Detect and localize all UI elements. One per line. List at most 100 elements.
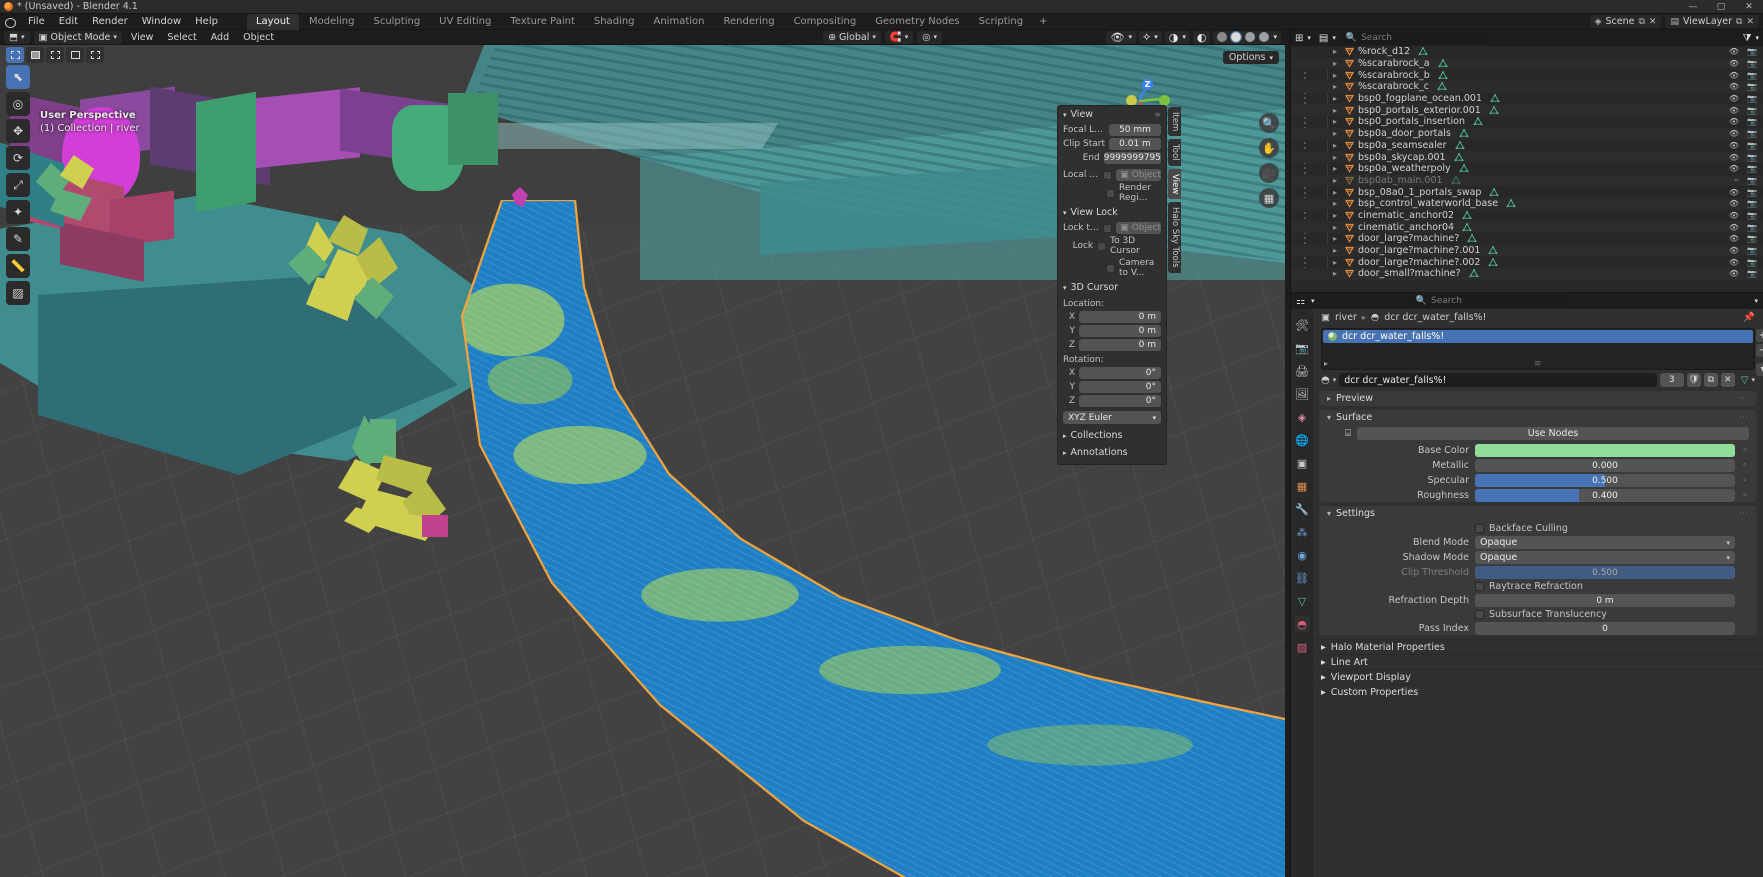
base-color-swatch[interactable] [1475, 444, 1735, 457]
roughness-animate-dot[interactable]: ◦ [1741, 491, 1749, 501]
eye-icon[interactable]: 👁 [1729, 129, 1739, 138]
tab-geometry-nodes[interactable]: Geometry Nodes [866, 14, 968, 30]
npanel-tab-tool[interactable]: Tool [1168, 139, 1181, 166]
viewport-menu-add[interactable]: Add [206, 32, 234, 43]
camera-render-icon[interactable]: 📷 [1747, 223, 1757, 232]
focal-length-value[interactable]: 50 mm [1109, 124, 1161, 136]
material-users-count[interactable]: 3 [1659, 373, 1684, 387]
solid-shading-icon[interactable] [1230, 31, 1243, 43]
camera-render-icon[interactable]: 📷 [1747, 94, 1757, 103]
npanel-view-lock-header[interactable]: ▾ View Lock [1058, 204, 1166, 221]
mesh-data-icon[interactable] [1418, 47, 1428, 56]
mesh-data-icon[interactable] [1438, 70, 1448, 80]
eye-icon[interactable]: 👁 [1729, 59, 1739, 68]
expand-arrow-icon[interactable]: ▸ [1333, 234, 1341, 243]
viewport-menu-object[interactable]: Object [238, 32, 279, 43]
subsurface-translucency-checkbox[interactable] [1475, 610, 1484, 619]
mesh-ocean-slab[interactable] [461, 123, 779, 149]
minimize-button[interactable]: — [1679, 0, 1707, 14]
outliner-tree[interactable]: ▸ %rock_d12 👁 📷 ▸ %scarabrock_a 👁 📷 ▸ %scarabrock… [1291, 46, 1763, 280]
transform-orientation-selector[interactable]: ⊕ Global ▾ [823, 30, 881, 44]
preview-panel[interactable]: ▸ Preview ⋯ [1319, 391, 1757, 406]
tab-sculpting[interactable]: Sculpting [364, 14, 429, 30]
foliage-cluster-lower[interactable] [336, 415, 466, 541]
editor-type-selector[interactable]: ⬒ ▾ [4, 30, 30, 44]
expand-arrow-icon[interactable]: ▸ [1333, 82, 1341, 91]
snapping-toggle[interactable]: 🧲 ▾ [884, 30, 914, 44]
expand-arrow-icon[interactable]: ▸ [1333, 106, 1341, 115]
mesh-data-icon[interactable] [1455, 140, 1465, 150]
surface-panel-header[interactable]: ▾ Surface ⋯ [1319, 410, 1757, 425]
unlink-scene-icon[interactable]: ✕ [1649, 17, 1657, 27]
new-material-button[interactable]: ⧉ [1703, 373, 1718, 387]
outliner-row[interactable]: ▸ bsp0ab_main.001 ⌣ 📷 [1291, 174, 1763, 187]
expand-arrow-icon[interactable]: ▸ [1333, 47, 1341, 56]
tool-annotate[interactable]: ✎ [6, 227, 30, 251]
backface-culling-checkbox[interactable] [1475, 524, 1484, 533]
select-box-mode[interactable] [6, 47, 24, 63]
properties-editor-type-icon[interactable]: ⚏ [1296, 296, 1305, 307]
camera-to-view-checkbox[interactable] [1106, 263, 1115, 273]
pin-icon[interactable]: 📌 [1743, 312, 1755, 323]
shading-modes[interactable]: ▾ [1213, 30, 1281, 44]
outliner-row[interactable]: ▸ bsp_control_waterworld_base 👁 📷 [1291, 197, 1763, 210]
expand-arrow-icon[interactable]: ▸ [1333, 246, 1341, 255]
location-x-value[interactable]: 0 m [1079, 311, 1161, 323]
eye-icon[interactable]: 👁 [1729, 106, 1739, 115]
eye-icon[interactable]: 👁 [1729, 234, 1739, 243]
outliner-display-mode-icon[interactable]: ▤ [1319, 33, 1328, 44]
backface-culling-row[interactable]: Backface Culling [1319, 523, 1749, 534]
eye-icon[interactable]: 👁 [1729, 153, 1739, 162]
camera-render-icon[interactable]: 📷 [1747, 234, 1757, 243]
preview-panel-header[interactable]: ▸ Preview ⋯ [1319, 391, 1757, 406]
npanel-view-header[interactable]: ▾ View ≡ [1058, 106, 1166, 123]
tab-physics-properties[interactable]: ◉ [1294, 547, 1310, 563]
mesh-data-icon[interactable] [1488, 246, 1498, 255]
tab-object-properties[interactable]: ▦ [1294, 478, 1310, 494]
eye-icon[interactable]: 👁 [1729, 82, 1739, 91]
outliner-row[interactable]: ▸ %rock_d12 👁 📷 [1291, 46, 1763, 58]
tab-data-properties[interactable]: ▽ [1294, 593, 1310, 609]
unlink-material-button[interactable]: ✕ [1720, 373, 1735, 387]
material-name-input[interactable]: dcr dcr_water_falls%! [1339, 373, 1657, 387]
mesh-data-icon[interactable] [1459, 129, 1469, 138]
lock-to-checkbox[interactable] [1103, 223, 1113, 233]
new-scene-icon[interactable]: ⧉ [1638, 17, 1644, 27]
zoom-icon[interactable]: 🔍 [1259, 113, 1279, 133]
gizmo-icon[interactable]: ⟡ [1143, 30, 1150, 44]
specular-animate-dot[interactable]: ◦ [1741, 476, 1749, 486]
expand-arrow-icon[interactable]: ▸ [1333, 258, 1341, 267]
proportional-editing-toggle[interactable]: ◎ ▾ [917, 30, 943, 44]
npanel-3d-cursor-header[interactable]: ▾ 3D Cursor [1058, 279, 1166, 296]
camera-render-icon[interactable]: 📷 [1747, 117, 1757, 126]
expand-arrow-icon[interactable]: ▸ [1333, 269, 1341, 278]
tool-add-cube[interactable]: ▨ [6, 281, 30, 305]
collapsed-panel-header[interactable]: ▸ Line Art [1313, 654, 1763, 669]
mesh-prop-green-1[interactable] [196, 91, 256, 213]
eye-icon[interactable]: 👁 [1729, 164, 1739, 173]
use-nodes-button[interactable]: Use Nodes [1357, 427, 1749, 440]
expand-arrow-icon[interactable]: ▸ [1333, 71, 1341, 80]
new-viewlayer-icon[interactable]: ⧉ [1736, 17, 1742, 27]
select-subtract-mode[interactable] [66, 47, 84, 63]
shadow-mode-dropdown[interactable]: Opaque ▾ [1475, 551, 1735, 564]
fake-user-button[interactable]: 🛡 [1686, 373, 1701, 387]
lock-3d-cursor-checkbox[interactable] [1097, 241, 1107, 251]
outliner-row[interactable]: ▸ cinematic_anchor04 👁 📷 [1291, 221, 1763, 233]
outliner-row[interactable]: ▸ door_large?machine?.001 👁 📷 [1291, 244, 1763, 257]
npanel-annotations-header[interactable]: ▸ Annotations [1058, 444, 1166, 461]
location-z-value[interactable]: 0 m [1079, 339, 1161, 351]
tool-measure[interactable]: 📏 [6, 254, 30, 278]
camera-render-icon[interactable]: 📷 [1747, 82, 1757, 91]
outliner-row[interactable]: ▸ door_small?machine? 👁 📷 [1291, 268, 1763, 280]
eye-icon[interactable]: 👁 [1729, 246, 1739, 255]
tab-output-properties[interactable]: 🖨 [1294, 363, 1310, 379]
mesh-data-icon[interactable] [1490, 94, 1500, 103]
npanel-collections-header[interactable]: ▸ Collections [1058, 427, 1166, 444]
outliner-row[interactable]: ▸ bsp_08a0_1_portals_swap 👁 📷 [1291, 186, 1763, 198]
tab-texture-properties[interactable]: ▨ [1294, 639, 1310, 655]
tab-shading[interactable]: Shading [585, 14, 644, 30]
npanel-tab-item[interactable]: Item [1168, 107, 1181, 137]
expand-arrow-icon[interactable]: ▸ [1333, 211, 1341, 220]
outliner-row[interactable]: ▸ %scarabrock_b 👁 📷 [1291, 69, 1763, 81]
